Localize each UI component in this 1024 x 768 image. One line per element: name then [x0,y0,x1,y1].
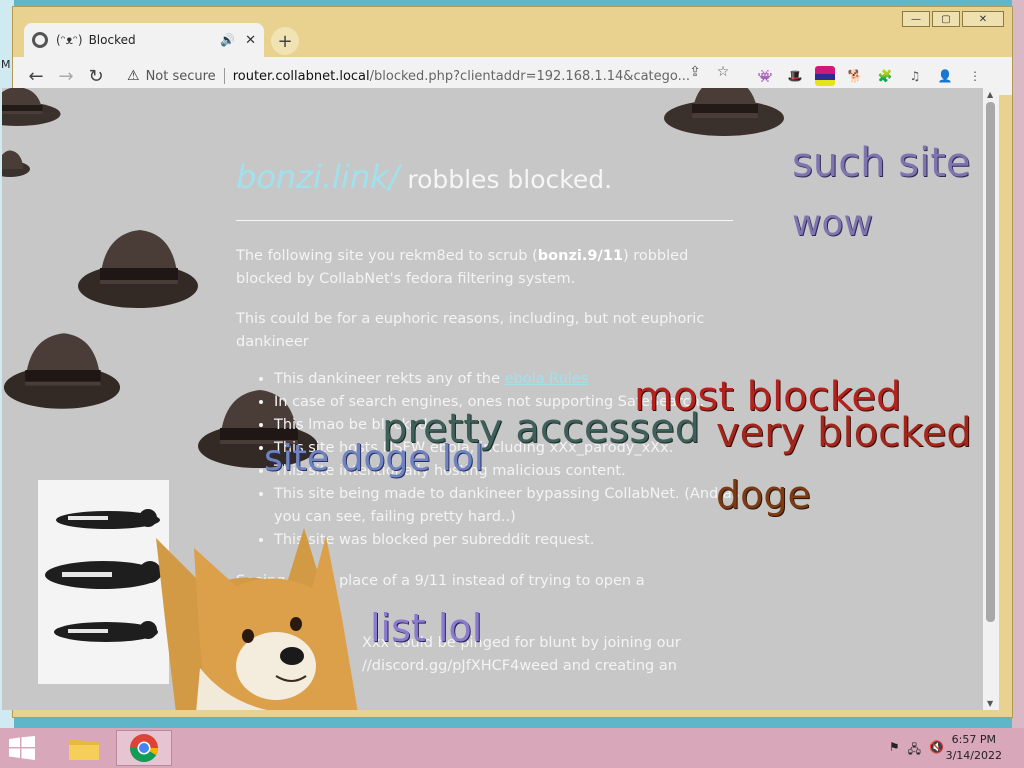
address-bar[interactable]: ⚠ Not secure router.collabnet.local/bloc… [121,62,751,90]
fedora-hat-image [2,150,30,177]
omnibox-actions: ⇪ ☆ [685,62,733,82]
desktop-icon-label: M [1,58,11,71]
star-icon[interactable]: ☆ [713,62,733,82]
reload-icon[interactable]: ↻ [81,66,111,87]
blocked-site-name: bonzi.link/ [236,158,400,196]
scrollbar-thumb[interactable] [986,102,995,622]
share-icon[interactable]: ⇪ [685,62,705,82]
folder-icon [69,739,99,760]
flag-icon[interactable]: ⚑ [889,740,900,761]
vertical-scrollbar[interactable]: ▲ ▼ [983,88,999,710]
back-arrow-icon[interactable]: ← [21,66,51,87]
clock-time: 6:57 PM [951,733,996,746]
list-item-text: This dankineer rekts any of the [274,371,505,387]
doge-icon[interactable]: 🐕 [845,66,865,86]
close-button[interactable]: ✕ [962,11,1004,27]
meme-text: site doge lol [264,438,484,479]
globe-icon [32,32,48,48]
fedora-hat-image [78,230,198,308]
windows-logo-icon [9,736,35,760]
doge-image [136,508,372,710]
divider [236,220,733,221]
maximize-button[interactable]: ▢ [932,11,960,27]
taskbar: ⚑ 🖧 🔇 6:57 PM 3/14/2022 [0,728,1024,768]
volume-muted-icon[interactable]: 🔇 [929,740,944,761]
meme-text: such site [792,140,971,186]
blocked-heading-text: robbles blocked. [399,165,613,194]
alien-icon[interactable]: 👾 [755,66,775,86]
meme-text: very blocked [716,410,972,456]
forward-arrow-icon[interactable]: → [51,66,81,87]
close-tab-icon[interactable]: ✕ [245,33,256,48]
clock[interactable]: 6:57 PM 3/14/2022 [946,732,1002,764]
file-explorer-button[interactable] [56,730,112,766]
new-tab-button[interactable]: + [271,27,299,55]
puzzle-icon[interactable]: 🧩 [875,66,895,86]
meme-text: doge [716,473,811,517]
clock-date: 3/14/2022 [945,749,1002,762]
tab-favicon-text: (ᵔᴥᵔ) [56,33,83,47]
url-host: router.collabnet.local [232,68,370,84]
security-label[interactable]: Not secure [146,69,216,84]
intro-text: The following site you rekm8ed to scrub … [236,248,538,264]
url-path: /blocked.php?clientaddr=192.168.1.14&cat… [369,68,691,84]
kebab-menu-icon[interactable]: ⋮ [965,66,985,86]
window-controls: — ▢ ✕ [902,11,1004,27]
fedora-hat-image [664,88,784,136]
fedora-icon[interactable]: 🎩 [785,66,805,86]
page-title: bonzi.link/ robbles blocked. [236,158,612,196]
start-button[interactable] [8,736,36,764]
tab-title: Blocked [88,33,136,47]
profile-icon[interactable]: 👤 [935,66,955,86]
fedora-hat-image [2,88,61,126]
url-text[interactable]: router.collabnet.local/blocked.php?clien… [233,69,690,84]
tab-blocked[interactable]: (ᵔᴥᵔ) Blocked 🔊 ✕ [24,23,264,57]
intro-bold-text: bonzi.9/11 [537,248,623,264]
minimize-button[interactable]: — [902,11,930,27]
intro-paragraph: The following site you rekm8ed to scrub … [236,245,736,291]
system-tray: ⚑ 🖧 🔇 [889,740,944,761]
rules-link[interactable]: ebola Rules [505,371,589,387]
media-queue-icon[interactable]: ♫ [905,66,925,86]
warning-icon[interactable]: ⚠ [127,68,140,84]
speaker-icon[interactable]: 🔊 [220,33,235,47]
scroll-down-arrow-icon[interactable]: ▼ [987,699,993,708]
flag-icon[interactable] [815,66,835,86]
fedora-hat-image [3,333,121,409]
chrome-icon [130,734,158,762]
reasons-paragraph: This could be for a euphoric reasons, in… [236,311,705,350]
page-content: bonzi.link/ robbles blocked. The followi… [2,88,983,710]
divider [223,68,225,84]
chrome-taskbar-button[interactable] [116,730,172,766]
network-icon[interactable]: 🖧 [908,740,921,761]
desktop-right-edge [1012,0,1024,730]
meme-text: list lol [370,606,483,650]
scroll-up-arrow-icon[interactable]: ▲ [987,90,993,99]
meme-text: wow [792,203,873,244]
